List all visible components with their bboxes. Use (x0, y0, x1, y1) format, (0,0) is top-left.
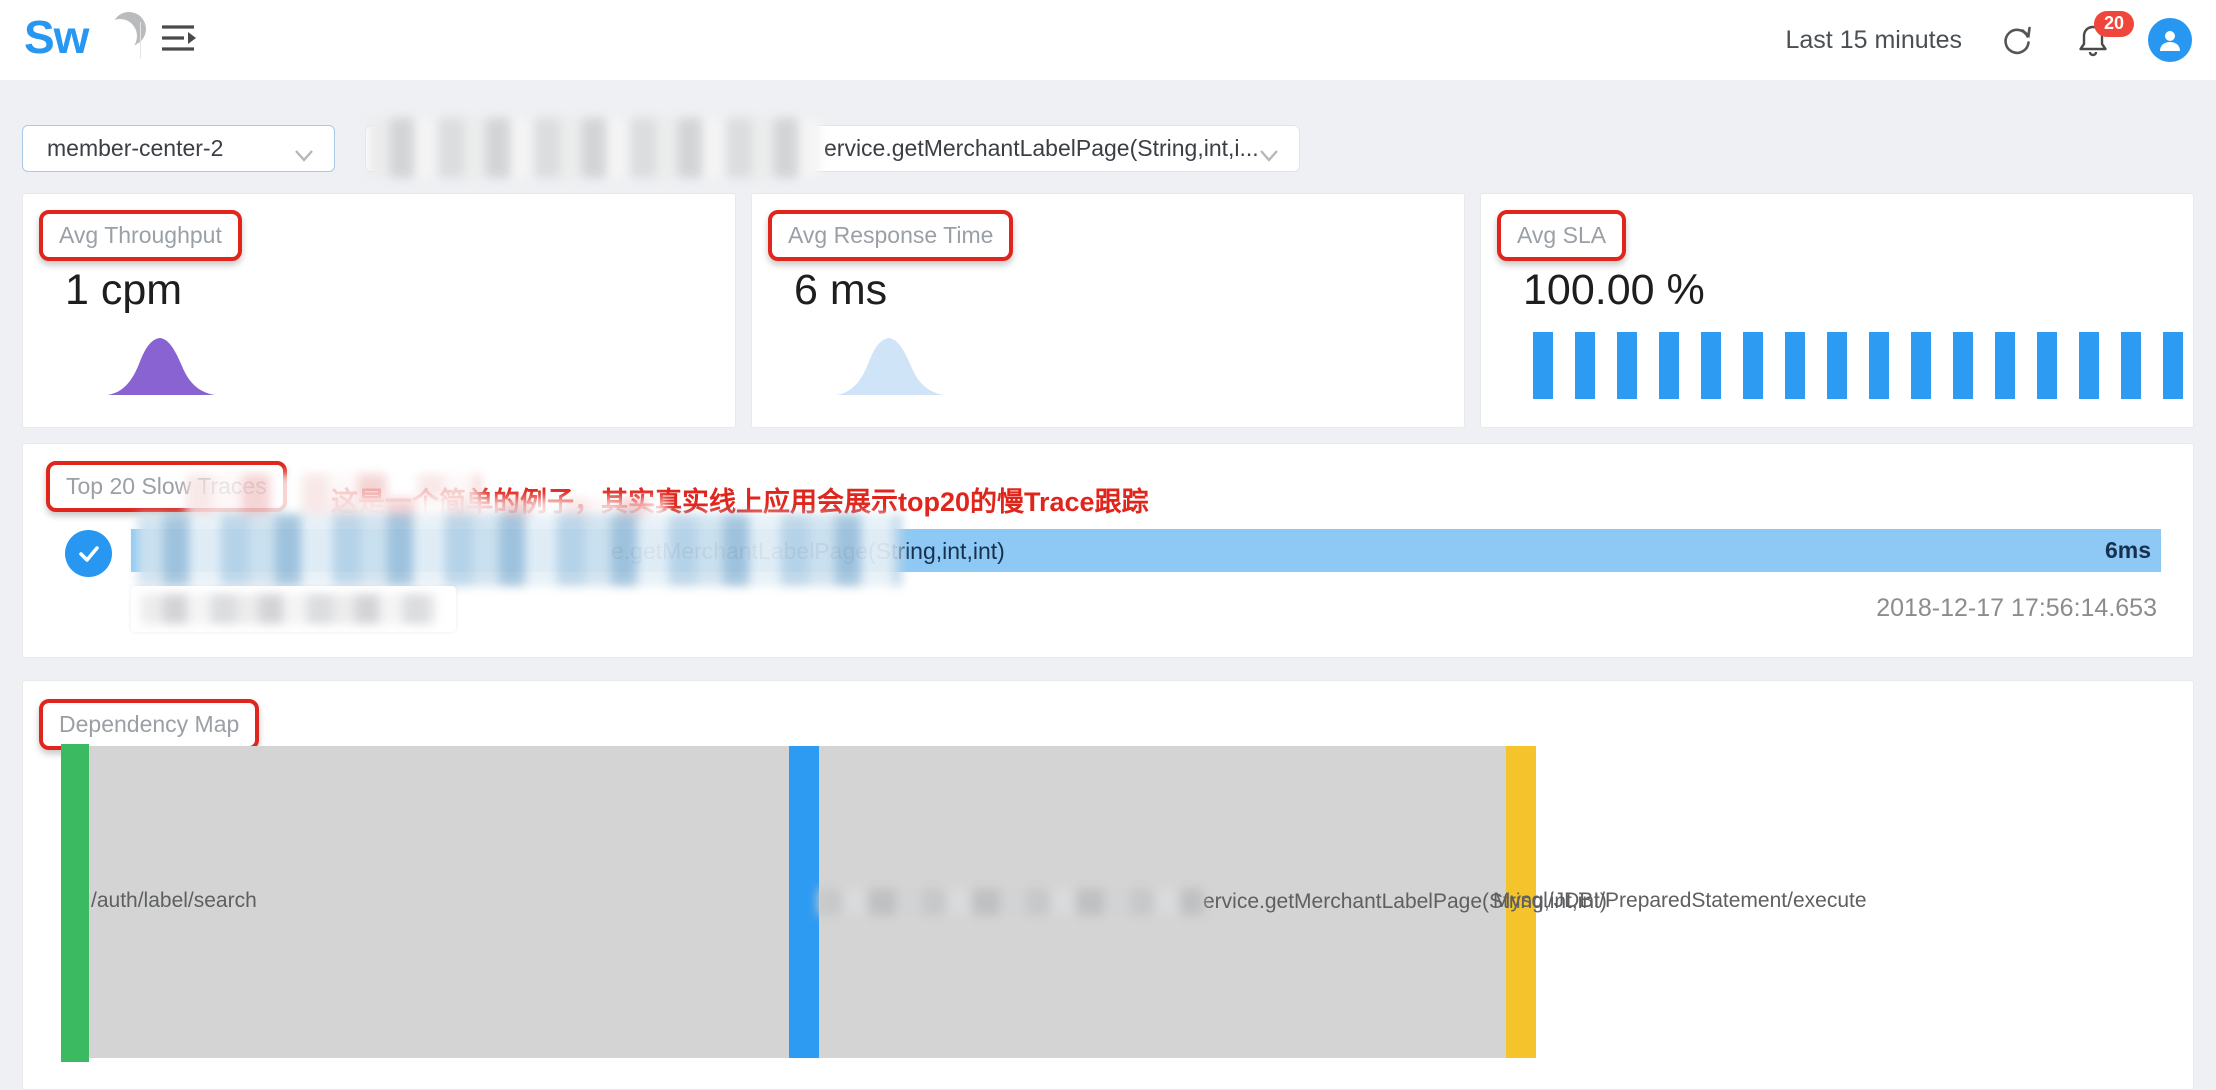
throughput-mini-chart (107, 334, 219, 396)
filter-row: member-center-2 ervice.getMerchantLabelP… (0, 125, 2216, 173)
throughput-value: 1 cpm (65, 266, 182, 315)
endpoint-select-value: ervice.getMerchantLabelPage(String,int,i… (824, 135, 1259, 162)
chevron-down-icon (294, 142, 314, 169)
dep-node-service-bar[interactable] (789, 746, 819, 1058)
response-time-card: Avg Response Time 6 ms (751, 193, 1465, 428)
chevron-down-icon (1259, 142, 1279, 169)
logo-text: Sw (24, 11, 88, 63)
sla-bar (1911, 332, 1931, 399)
sla-bar (1785, 332, 1805, 399)
response-time-label: Avg Response Time (788, 222, 993, 248)
annotation-box-response-time: Avg Response Time (768, 210, 1013, 261)
trace-duration: 6ms (2105, 537, 2151, 564)
trace-start-time: 2018-12-17 17:56:14.653 (1876, 594, 2157, 623)
dep-node-database-label: Mysql/JDBI/PreparedStatement/execute (1493, 889, 1867, 913)
sla-bar (1659, 332, 1679, 399)
sla-label: Avg SLA (1517, 222, 1606, 248)
topbar-actions: Last 15 minutes 20 (1786, 0, 2193, 80)
sla-bar (1575, 332, 1595, 399)
trace-selected-check-icon (65, 530, 112, 577)
sla-bar (1869, 332, 1889, 399)
sla-bar (1533, 332, 1553, 399)
annotation-box-sla: Avg SLA (1497, 210, 1626, 261)
sla-bar (1617, 332, 1637, 399)
slow-traces-card: Top 20 Slow Traces 这是一个简单的例子，其实真实线上应用会展示… (22, 443, 2194, 658)
trace-row[interactable]: e.getMerchantLabelPage(String,int,int) 6… (131, 529, 2161, 572)
throughput-card: Avg Throughput 1 cpm (22, 193, 736, 428)
throughput-label: Avg Throughput (59, 222, 222, 248)
topbar: Sw Last 15 minutes 20 (0, 0, 2216, 80)
sla-bars (1533, 332, 2183, 399)
redacted-service-prefix (818, 889, 1203, 915)
sla-bar (1743, 332, 1763, 399)
redacted-trace-id (141, 594, 436, 624)
dep-node-service-label-group: ervice.getMerchantLabelPage(String,int,i… (818, 889, 1607, 915)
response-time-mini-chart (836, 334, 948, 396)
sla-card: Avg SLA 100.00 % (1480, 193, 2194, 428)
topbar-divider (140, 22, 141, 58)
time-range-selector[interactable]: Last 15 minutes (1786, 26, 1963, 55)
response-time-value: 6 ms (794, 266, 887, 315)
sla-bar (2163, 332, 2183, 399)
sla-bar (1995, 332, 2015, 399)
service-select-value: member-center-2 (47, 135, 223, 162)
annotation-box-throughput: Avg Throughput (39, 210, 242, 261)
redacted-trace-prefix (137, 514, 902, 586)
redacted-endpoint-prefix (368, 118, 820, 178)
dependency-map-card: Dependency Map /auth/label/search ervice… (22, 680, 2194, 1090)
dep-node-entry-label: /auth/label/search (91, 889, 257, 913)
user-avatar[interactable] (2148, 18, 2192, 62)
dependency-map-title: Dependency Map (59, 711, 239, 737)
sla-bar (1953, 332, 1973, 399)
skywalking-logo: Sw (24, 10, 88, 64)
service-select[interactable]: member-center-2 (22, 125, 335, 172)
notification-badge: 20 (2094, 11, 2134, 37)
sla-bar (1827, 332, 1847, 399)
dep-node-entry-bar[interactable] (61, 744, 89, 1062)
trace-id-box (131, 586, 456, 632)
annotation-box-dependency-map: Dependency Map (39, 699, 259, 750)
sla-bar (2121, 332, 2141, 399)
refresh-button[interactable] (1996, 19, 2038, 61)
sla-bar (2079, 332, 2099, 399)
sla-bar (2037, 332, 2057, 399)
sla-bar (1701, 332, 1721, 399)
notifications-button[interactable]: 20 (2072, 19, 2114, 61)
sla-value: 100.00 % (1523, 266, 1705, 315)
sidebar-toggle-icon[interactable] (160, 22, 198, 56)
